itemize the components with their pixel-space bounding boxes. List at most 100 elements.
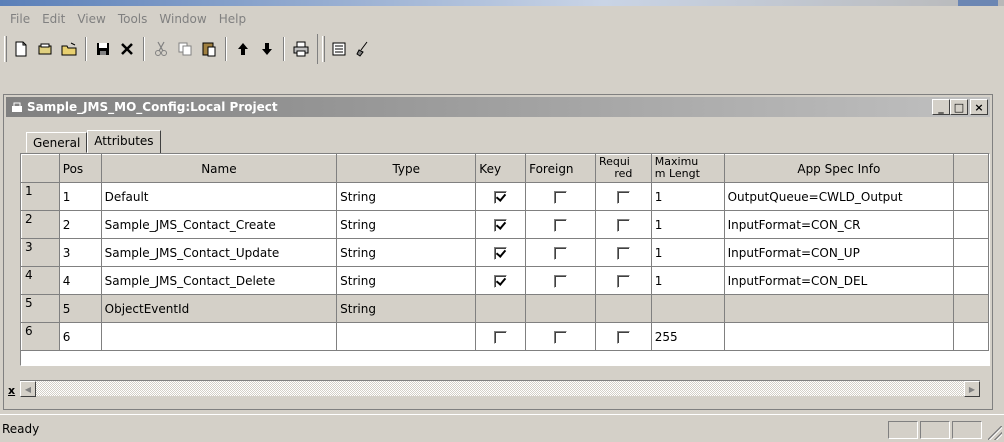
key-checkbox[interactable] <box>494 190 508 204</box>
col-header-appspec[interactable]: App Spec Info <box>723 154 955 183</box>
cell-type[interactable] <box>336 322 477 351</box>
cell-key[interactable] <box>475 322 527 351</box>
move-down-icon[interactable] <box>255 36 279 62</box>
menu-edit[interactable]: Edit <box>36 12 71 26</box>
cell-name[interactable]: Sample_JMS_Contact_Create <box>100 210 338 239</box>
cell-maxlen[interactable]: 1 <box>650 238 725 267</box>
foreign-checkbox[interactable] <box>554 274 568 288</box>
cell-foreign[interactable] <box>525 238 596 267</box>
required-checkbox[interactable] <box>616 330 630 344</box>
cell-name[interactable]: Sample_JMS_Contact_Delete <box>100 266 338 295</box>
horizontal-scrollbar[interactable]: ◀ ▶ <box>20 380 980 397</box>
cell-maxlen[interactable]: 1 <box>650 182 725 211</box>
open-folder-icon[interactable] <box>57 36 81 62</box>
row-header[interactable]: 3 <box>21 238 60 267</box>
col-header-required[interactable]: Requi red <box>594 154 652 183</box>
cell-appspec[interactable]: InputFormat=CON_DEL <box>723 266 955 295</box>
foreign-checkbox[interactable] <box>554 190 568 204</box>
cell-type[interactable]: String <box>336 294 477 323</box>
cell-extra[interactable] <box>953 322 989 351</box>
cell-maxlen[interactable]: 1 <box>650 210 725 239</box>
tab-general[interactable]: General <box>26 132 88 153</box>
cell-type[interactable]: String <box>336 210 477 239</box>
cell-maxlen[interactable]: 1 <box>650 266 725 295</box>
foreign-checkbox[interactable] <box>554 330 568 344</box>
resize-grip-icon[interactable] <box>988 426 1002 440</box>
cell-name[interactable]: Default <box>100 182 338 211</box>
menu-window[interactable]: Window <box>153 12 212 26</box>
cell-foreign[interactable] <box>525 210 596 239</box>
key-checkbox[interactable] <box>494 246 508 260</box>
required-checkbox[interactable] <box>616 246 630 260</box>
row-header[interactable]: 1 <box>21 182 60 211</box>
cell-appspec[interactable] <box>723 322 955 351</box>
foreign-checkbox[interactable] <box>554 246 568 260</box>
row-header[interactable]: 4 <box>21 266 60 295</box>
cell-required[interactable] <box>594 182 652 211</box>
cell-key[interactable] <box>475 294 527 323</box>
cell-pos[interactable]: 5 <box>58 294 102 323</box>
cell-foreign[interactable] <box>525 266 596 295</box>
scroll-left-button[interactable]: ◀ <box>20 381 36 397</box>
cell-pos[interactable]: 6 <box>58 322 102 351</box>
cell-pos[interactable]: 4 <box>58 266 102 295</box>
cell-maxlen[interactable] <box>650 294 725 323</box>
table-row[interactable]: 1 1 Default String 1 OutputQueue=CWLD_Output <box>21 182 989 211</box>
cut-icon[interactable] <box>149 36 173 62</box>
menu-tools[interactable]: Tools <box>112 12 154 26</box>
cell-pos[interactable]: 2 <box>58 210 102 239</box>
cell-appspec[interactable]: OutputQueue=CWLD_Output <box>723 182 955 211</box>
cell-extra[interactable] <box>953 266 989 295</box>
save-icon[interactable] <box>91 36 115 62</box>
row-header[interactable]: 6 <box>21 322 60 351</box>
cell-maxlen[interactable]: 255 <box>650 322 725 351</box>
close-button[interactable]: × <box>970 99 988 115</box>
delete-icon[interactable] <box>115 36 139 62</box>
table-row[interactable]: 6 6 255 <box>21 322 989 351</box>
cell-required[interactable] <box>594 210 652 239</box>
table-row[interactable]: 2 2 Sample_JMS_Contact_Create String 1 InputF… <box>21 210 989 239</box>
cell-name[interactable]: ObjectEventId <box>100 294 338 323</box>
cell-pos[interactable]: 1 <box>58 182 102 211</box>
open-icon[interactable] <box>33 36 57 62</box>
window-titlebar[interactable]: Sample_JMS_MO_Config:Local Project _ □ × <box>6 97 990 117</box>
required-checkbox[interactable] <box>616 190 630 204</box>
col-header-type[interactable]: Type <box>336 154 477 183</box>
cell-extra[interactable] <box>953 238 989 267</box>
col-header-maxlen[interactable]: Maximu m Lengt <box>650 154 725 183</box>
tab-attributes[interactable]: Attributes <box>87 130 161 154</box>
required-checkbox[interactable] <box>616 218 630 232</box>
required-checkbox[interactable] <box>616 274 630 288</box>
menu-view[interactable]: View <box>71 12 111 26</box>
close-pane-icon[interactable]: x <box>8 384 15 397</box>
cell-required[interactable] <box>594 266 652 295</box>
cell-required[interactable] <box>594 322 652 351</box>
foreign-checkbox[interactable] <box>554 218 568 232</box>
minimize-button[interactable]: _ <box>932 99 950 115</box>
cell-required[interactable] <box>594 238 652 267</box>
cell-appspec[interactable] <box>723 294 955 323</box>
title-buttons[interactable] <box>958 0 998 6</box>
properties-icon[interactable] <box>327 36 351 62</box>
col-header-name[interactable]: Name <box>100 154 338 183</box>
cell-pos[interactable]: 3 <box>58 238 102 267</box>
move-up-icon[interactable] <box>231 36 255 62</box>
cell-required[interactable] <box>594 294 652 323</box>
col-header-pos[interactable]: Pos <box>58 154 102 183</box>
print-icon[interactable] <box>289 36 313 62</box>
new-document-icon[interactable] <box>9 36 33 62</box>
key-checkbox[interactable] <box>494 274 508 288</box>
cell-appspec[interactable]: InputFormat=CON_CR <box>723 210 955 239</box>
menu-help[interactable]: Help <box>213 12 252 26</box>
cell-extra[interactable] <box>953 182 989 211</box>
key-checkbox[interactable] <box>494 330 508 344</box>
paste-icon[interactable] <box>197 36 221 62</box>
toolbar-grip[interactable] <box>4 36 7 62</box>
cell-foreign[interactable] <box>525 322 596 351</box>
cell-type[interactable]: String <box>336 266 477 295</box>
cell-key[interactable] <box>475 266 527 295</box>
cell-appspec[interactable]: InputFormat=CON_UP <box>723 238 955 267</box>
cell-type[interactable]: String <box>336 182 477 211</box>
cell-name[interactable]: Sample_JMS_Contact_Update <box>100 238 338 267</box>
maximize-button[interactable]: □ <box>950 99 968 115</box>
